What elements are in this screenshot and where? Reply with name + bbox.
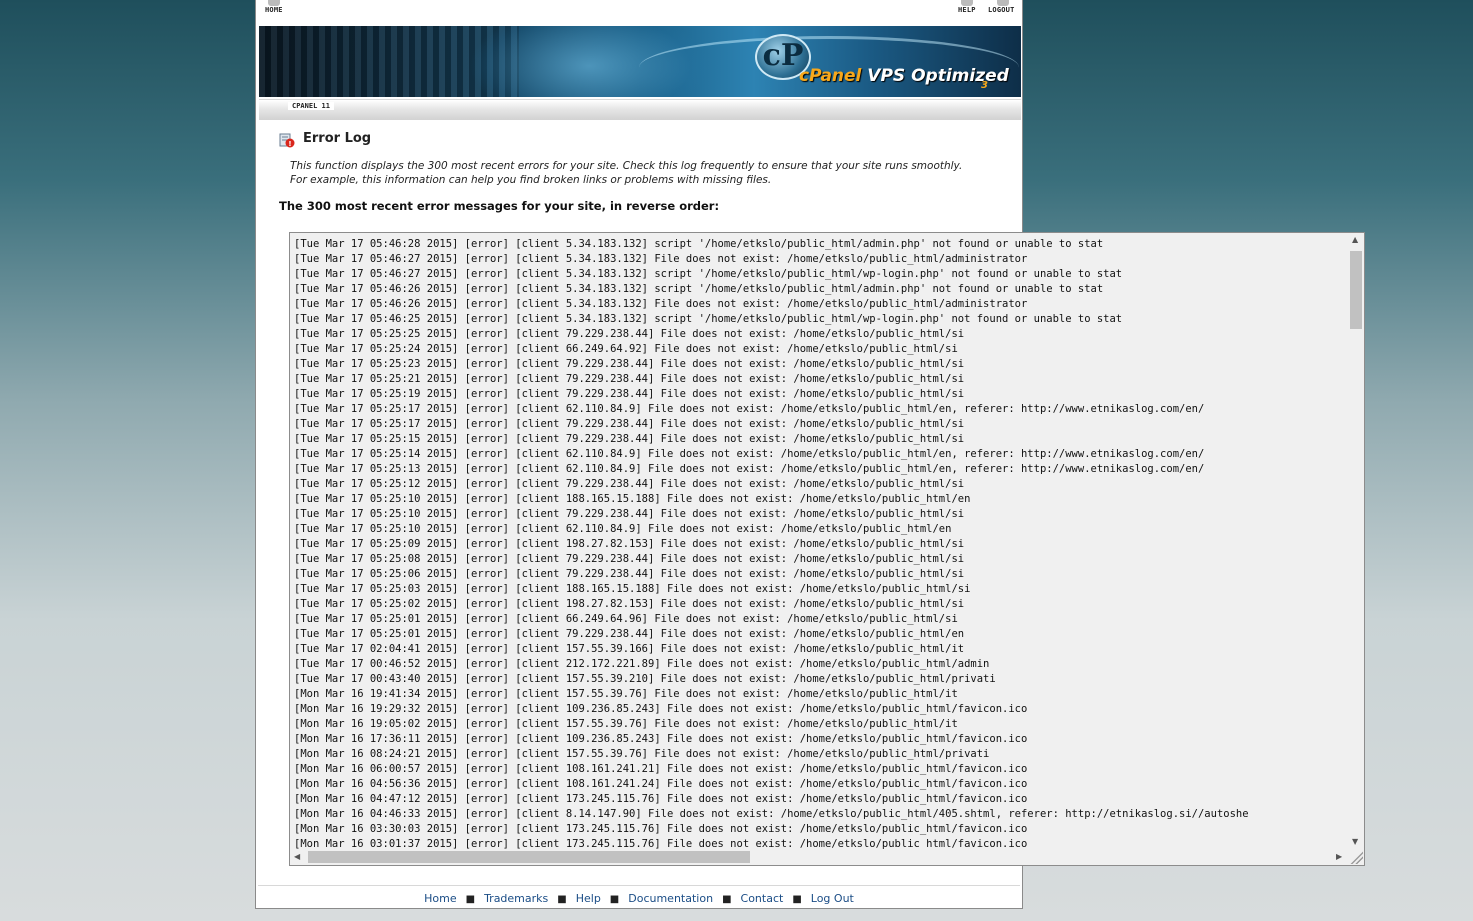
footer-separator-icon: ■ xyxy=(722,894,732,905)
home-link[interactable]: HOME xyxy=(265,6,283,14)
error-log-icon: ! xyxy=(279,133,295,148)
scroll-up-arrow-icon[interactable]: ▲ xyxy=(1352,235,1358,244)
top-navigation: HOME HELP LOGOUT xyxy=(256,0,1022,24)
vertical-scroll-thumb[interactable] xyxy=(1350,251,1362,329)
footer-separator-icon: ■ xyxy=(557,894,567,905)
help-link[interactable]: HELP xyxy=(958,6,976,14)
footer-link-contact[interactable]: Contact xyxy=(741,892,784,905)
log-line: [Tue Mar 17 05:25:17 2015] [error] [clie… xyxy=(294,418,965,430)
svg-text:!: ! xyxy=(288,140,291,148)
cpanel-banner: cP cPanel VPS Optimized 3 xyxy=(259,26,1021,97)
log-line: [Tue Mar 17 05:46:25 2015] [error] [clie… xyxy=(294,313,1123,325)
log-line: [Tue Mar 17 05:25:12 2015] [error] [clie… xyxy=(294,478,965,490)
footer-separator-icon: ■ xyxy=(609,894,620,905)
log-line: [Tue Mar 17 00:43:40 2015] [error] [clie… xyxy=(294,673,996,685)
page-title: Error Log xyxy=(303,131,372,146)
log-line: [Mon Mar 16 08:24:21 2015] [error] [clie… xyxy=(294,748,990,760)
error-log-textarea[interactable]: [Tue Mar 17 05:46:28 2015] [error] [clie… xyxy=(289,232,1365,866)
error-log-content: [Tue Mar 17 05:46:28 2015] [error] [clie… xyxy=(294,237,1249,852)
log-line: [Tue Mar 17 05:25:15 2015] [error] [clie… xyxy=(294,433,965,445)
scroll-right-arrow-icon[interactable]: ▶ xyxy=(1336,852,1342,861)
log-line: [Tue Mar 17 05:25:23 2015] [error] [clie… xyxy=(294,358,965,370)
log-line: [Tue Mar 17 05:25:09 2015] [error] [clie… xyxy=(294,538,965,550)
footer-separator-icon: ■ xyxy=(792,894,802,905)
log-line: [Mon Mar 16 04:47:12 2015] [error] [clie… xyxy=(294,793,1028,805)
log-line: [Mon Mar 16 19:29:32 2015] [error] [clie… xyxy=(294,703,1028,715)
scroll-left-arrow-icon[interactable]: ◀ xyxy=(294,852,300,861)
log-line: [Tue Mar 17 05:25:24 2015] [error] [clie… xyxy=(294,343,958,355)
log-line: [Tue Mar 17 05:25:01 2015] [error] [clie… xyxy=(294,628,965,640)
footer-link-help[interactable]: Help xyxy=(576,892,601,905)
log-line: [Mon Mar 16 04:46:33 2015] [error] [clie… xyxy=(294,808,1249,820)
log-line: [Tue Mar 17 05:25:19 2015] [error] [clie… xyxy=(294,388,965,400)
log-line: [Tue Mar 17 05:25:17 2015] [error] [clie… xyxy=(294,403,1205,415)
log-line: [Mon Mar 16 19:05:02 2015] [error] [clie… xyxy=(294,718,958,730)
log-line: [Tue Mar 17 05:25:14 2015] [error] [clie… xyxy=(294,448,1205,460)
page-description: This function displays the 300 most rece… xyxy=(290,160,963,186)
logo-brand: cPanel xyxy=(799,66,862,86)
footer-divider xyxy=(258,885,1020,886)
vertical-scrollbar[interactable]: ▲ ▼ xyxy=(1348,233,1364,849)
log-line: [Tue Mar 17 05:25:10 2015] [error] [clie… xyxy=(294,523,952,535)
log-line: [Tue Mar 17 05:46:28 2015] [error] [clie… xyxy=(294,238,1104,250)
log-line: [Tue Mar 17 05:25:25 2015] [error] [clie… xyxy=(294,328,965,340)
log-line: [Tue Mar 17 05:25:02 2015] [error] [clie… xyxy=(294,598,965,610)
footer-link-trademarks[interactable]: Trademarks xyxy=(484,892,548,905)
log-line: [Mon Mar 16 03:30:03 2015] [error] [clie… xyxy=(294,823,1028,835)
log-line: [Mon Mar 16 19:41:34 2015] [error] [clie… xyxy=(294,688,958,700)
log-line: [Tue Mar 17 05:25:13 2015] [error] [clie… xyxy=(294,463,1205,475)
footer-links: Home ■ Trademarks ■ Help ■ Documentation ■ Conta… xyxy=(255,892,1023,905)
footer-link-documentation[interactable]: Documentation xyxy=(628,892,713,905)
scroll-down-arrow-icon[interactable]: ▼ xyxy=(1352,837,1358,846)
resize-grip-icon[interactable] xyxy=(1349,850,1363,864)
log-line: [Tue Mar 17 05:25:21 2015] [error] [clie… xyxy=(294,373,965,385)
log-line: [Mon Mar 16 04:56:36 2015] [error] [clie… xyxy=(294,778,1028,790)
cpanel-logo-text: cPanel VPS Optimized xyxy=(799,66,1009,86)
log-line: [Tue Mar 17 05:46:26 2015] [error] [clie… xyxy=(294,283,1104,295)
log-line: [Tue Mar 17 05:46:27 2015] [error] [clie… xyxy=(294,268,1123,280)
footer-separator-icon: ■ xyxy=(465,894,476,905)
log-line: [Tue Mar 17 05:25:08 2015] [error] [clie… xyxy=(294,553,965,565)
log-line: [Tue Mar 17 00:46:52 2015] [error] [clie… xyxy=(294,658,990,670)
footer-link-home[interactable]: Home xyxy=(424,892,456,905)
log-line: [Tue Mar 17 05:25:06 2015] [error] [clie… xyxy=(294,568,965,580)
log-line: [Tue Mar 17 05:46:26 2015] [error] [clie… xyxy=(294,298,1028,310)
log-line: [Mon Mar 16 17:36:11 2015] [error] [clie… xyxy=(294,733,1028,745)
breadcrumb[interactable]: CPANEL 11 xyxy=(288,102,334,110)
log-line: [Tue Mar 17 02:04:41 2015] [error] [clie… xyxy=(294,643,965,655)
horizontal-scrollbar[interactable]: ◀ ▶ xyxy=(290,849,1348,865)
log-line: [Tue Mar 17 05:46:27 2015] [error] [clie… xyxy=(294,253,1028,265)
logo-version: 3 xyxy=(981,80,988,91)
log-line: [Tue Mar 17 05:25:01 2015] [error] [clie… xyxy=(294,613,958,625)
log-line: [Tue Mar 17 05:25:10 2015] [error] [clie… xyxy=(294,508,965,520)
log-line: [Tue Mar 17 05:25:03 2015] [error] [clie… xyxy=(294,583,971,595)
logout-link[interactable]: LOGOUT xyxy=(988,6,1015,14)
log-line: [Mon Mar 16 06:00:57 2015] [error] [clie… xyxy=(294,763,1028,775)
breadcrumb-bar xyxy=(259,99,1021,120)
footer-link-log-out[interactable]: Log Out xyxy=(811,892,854,905)
log-subtitle: The 300 most recent error messages for y… xyxy=(279,199,720,213)
log-line: [Tue Mar 17 05:25:10 2015] [error] [clie… xyxy=(294,493,971,505)
horizontal-scroll-thumb[interactable] xyxy=(308,851,750,863)
